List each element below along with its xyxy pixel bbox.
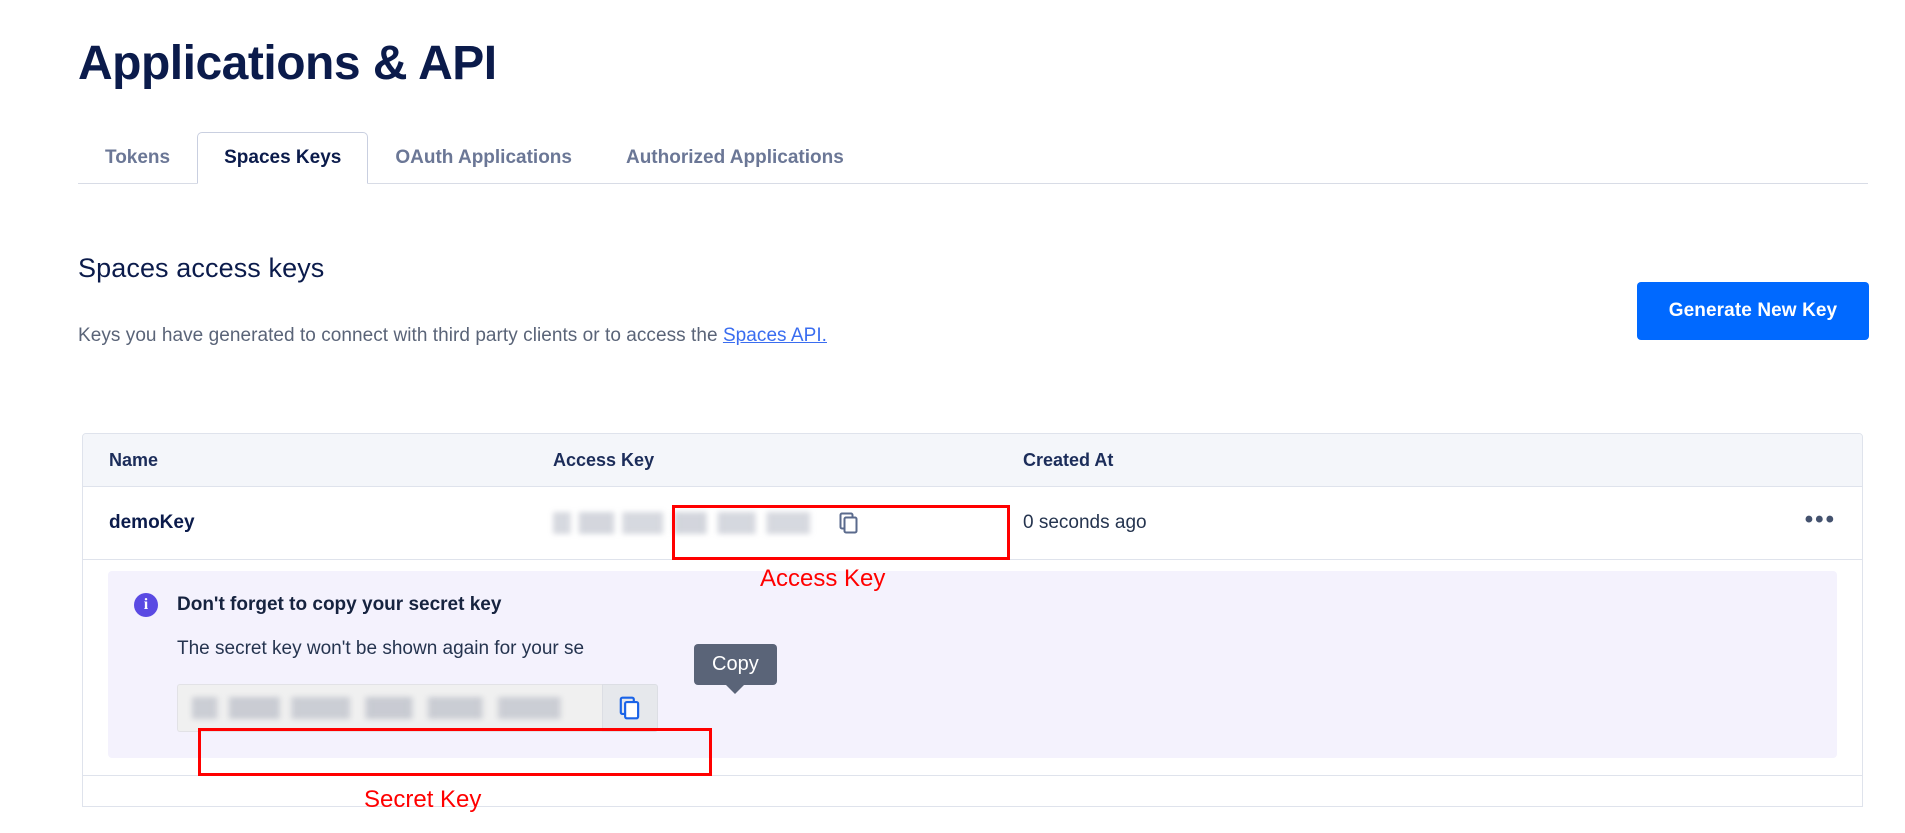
secret-key-callout: i Don't forget to copy your secret key T… [108, 571, 1837, 758]
column-header-name: Name [83, 450, 553, 471]
column-header-created-at: Created At [1023, 450, 1583, 471]
access-key-annotation-label: Access Key [760, 565, 885, 593]
copy-icon [617, 695, 643, 721]
generate-new-key-button[interactable]: Generate New Key [1637, 282, 1869, 340]
spaces-keys-table: Name Access Key Created At demoKey 0 sec… [82, 433, 1863, 807]
table-row: demoKey 0 seconds ago ••• [83, 487, 1862, 560]
tab-tokens[interactable]: Tokens [78, 132, 197, 183]
secret-key-input[interactable] [177, 684, 602, 732]
row-actions-cell: ••• [1583, 514, 1862, 532]
copy-access-key-button[interactable] [837, 511, 861, 535]
section-description-text: Keys you have generated to connect with … [78, 325, 723, 346]
secret-key-annotation-label: Secret Key [364, 786, 481, 814]
column-header-access-key: Access Key [553, 450, 1023, 471]
access-key-cell [553, 511, 1023, 535]
copy-tooltip: Copy [694, 644, 777, 685]
secret-key-value-redacted [192, 697, 582, 719]
info-icon: i [134, 593, 158, 617]
copy-icon [837, 511, 861, 535]
secret-key-callout-row: i Don't forget to copy your secret key T… [83, 560, 1862, 776]
table-next-row-partial [83, 776, 1862, 806]
tab-authorized-applications[interactable]: Authorized Applications [599, 132, 871, 183]
tab-oauth-applications[interactable]: OAuth Applications [368, 132, 599, 183]
secret-key-field-group [177, 684, 658, 732]
row-overflow-menu-icon[interactable]: ••• [1805, 515, 1836, 525]
created-at-cell: 0 seconds ago [1023, 512, 1583, 534]
table-header-row: Name Access Key Created At [83, 434, 1862, 487]
key-name-cell: demoKey [83, 512, 553, 534]
tab-spaces-keys[interactable]: Spaces Keys [197, 132, 368, 184]
spaces-api-link[interactable]: Spaces API. [723, 325, 827, 346]
callout-header: i Don't forget to copy your secret key [134, 593, 1811, 617]
callout-title: Don't forget to copy your secret key [177, 594, 501, 616]
page-title: Applications & API [78, 34, 497, 94]
copy-secret-key-button[interactable] [602, 684, 658, 732]
tab-bar: Tokens Spaces Keys OAuth Applications Au… [78, 132, 1868, 184]
section-description: Keys you have generated to connect with … [78, 325, 827, 347]
section-title: Spaces access keys [78, 253, 324, 284]
applications-api-page: Applications & API Tokens Spaces Keys OA… [0, 0, 1905, 833]
callout-description: The secret key won't be shown again for … [177, 638, 1811, 660]
access-key-value-redacted [553, 512, 825, 534]
